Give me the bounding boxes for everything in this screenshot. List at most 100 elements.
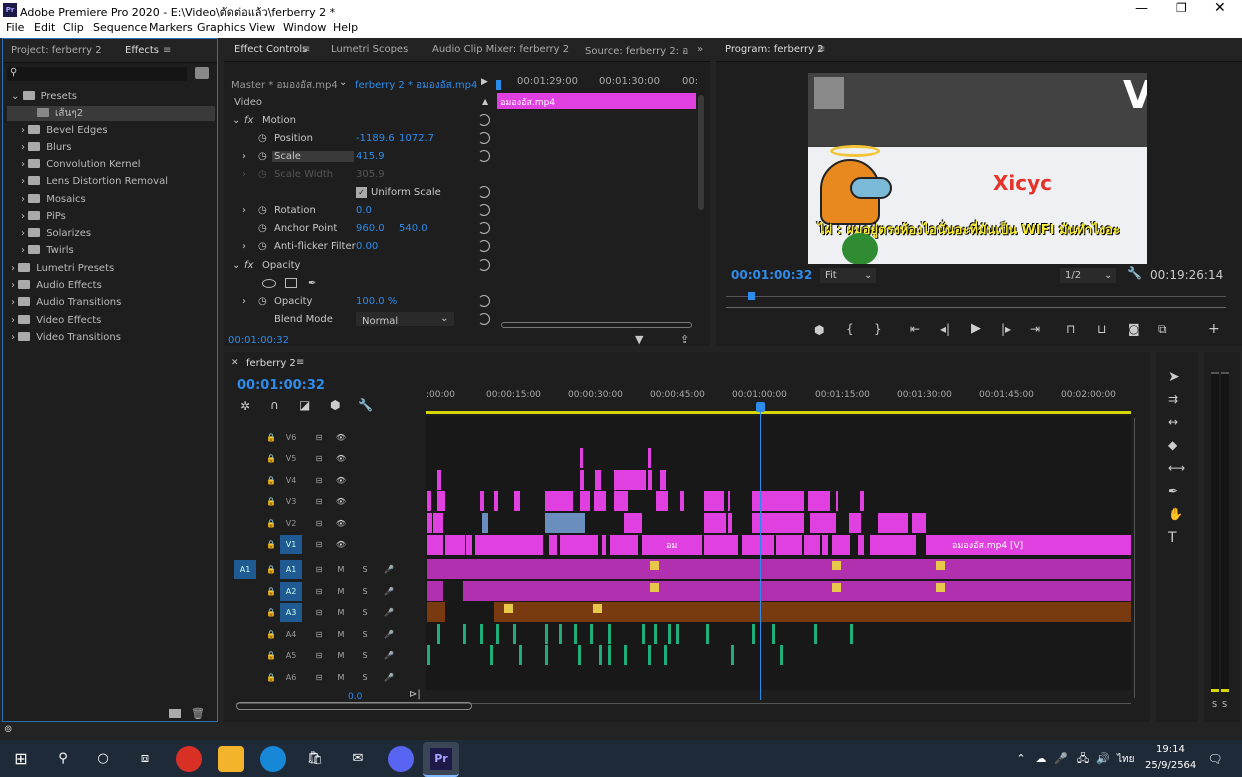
lock-icon[interactable]: 🔒 [260, 625, 282, 644]
ec-playhead[interactable] [496, 80, 501, 90]
fx-badge[interactable] [650, 561, 659, 570]
hand-tool-icon[interactable]: ✋ [1168, 507, 1183, 521]
v3-clip[interactable] [704, 491, 724, 511]
reset-icon[interactable] [478, 259, 490, 271]
ec-rotation-row[interactable]: › ◷ Rotation 0.0 [230, 202, 494, 220]
tree-preset-selected[interactable]: เส้นๆ2 [7, 106, 215, 121]
discord-icon[interactable] [388, 746, 414, 772]
tree-video-transitions[interactable]: › Video Transitions [11, 332, 121, 343]
ec-antiflicker-row[interactable]: › ◷ Anti-flicker Filter 0.00 [230, 238, 494, 256]
tab-project[interactable]: Project: ferberry 2 [11, 45, 102, 56]
ec-scale-row[interactable]: › ◷ Scale 415.9 [230, 148, 494, 166]
eye-icon[interactable]: 👁 [330, 535, 352, 554]
more-tabs-icon[interactable]: » [697, 44, 703, 55]
fx-badge[interactable] [936, 583, 945, 592]
stopwatch-icon[interactable]: ◷ [258, 296, 267, 307]
master-clip-select[interactable]: Master * อมองอัส.mp4 [231, 78, 338, 93]
sync-lock-icon[interactable]: ⊟ [308, 646, 330, 665]
fx-badge[interactable] [504, 604, 513, 613]
track-label[interactable]: A1 [280, 560, 302, 579]
tree-lumetri-presets[interactable]: › Lumetri Presets [11, 263, 114, 274]
v1-clip[interactable] [722, 535, 738, 555]
a4-clip[interactable] [559, 624, 562, 644]
stopwatch-icon[interactable]: ◷ [258, 223, 267, 234]
add-button-icon[interactable]: + [1208, 321, 1220, 337]
v4-clip[interactable] [595, 470, 601, 490]
fit-select[interactable]: Fit ⌄ [820, 268, 876, 283]
tree-solarizes[interactable]: › Solarizes [21, 228, 91, 239]
v3-clip[interactable] [836, 491, 838, 511]
v1-clip[interactable] [602, 535, 606, 555]
reset-icon[interactable] [478, 150, 490, 162]
scroll-up-icon[interactable]: ▲ [482, 97, 488, 106]
track-label[interactable]: A5 [280, 646, 302, 665]
position-y-value[interactable]: 1072.7 [399, 133, 434, 144]
solo-button[interactable]: S [354, 603, 376, 622]
lock-icon[interactable]: 🔒 [260, 646, 282, 665]
cortana-icon[interactable]: ○ [90, 746, 116, 772]
track-label[interactable]: V6 [280, 428, 302, 447]
v5-clip[interactable] [580, 448, 583, 468]
tree-lens-distortion[interactable]: › Lens Distortion Removal [21, 176, 168, 187]
a5-clip[interactable] [624, 645, 627, 665]
hscroll-handle[interactable] [236, 702, 472, 710]
timeline-settings-icon[interactable]: 🔧 [358, 398, 373, 412]
sync-lock-icon[interactable]: ⊟ [308, 471, 330, 490]
solo-right[interactable]: S [1222, 700, 1227, 709]
menu-view[interactable]: View [249, 21, 275, 34]
new-bin-icon[interactable] [195, 67, 209, 79]
export-icon[interactable]: ⇪ [680, 333, 689, 346]
sync-lock-icon[interactable]: ⊟ [308, 603, 330, 622]
tab-source[interactable]: Source: ferberry 2: อ [585, 44, 688, 59]
track-label[interactable]: V4 [280, 471, 302, 490]
ec-opacity-section[interactable]: ⌄ fx Opacity [230, 257, 494, 275]
v1-clip[interactable] [704, 535, 722, 555]
voiceover-mic-icon[interactable]: 🎤 [378, 646, 400, 665]
program-timecode[interactable]: 00:01:00:32 [731, 268, 812, 282]
eye-icon[interactable]: 👁 [330, 492, 352, 511]
menu-sequence[interactable]: Sequence [93, 21, 147, 34]
trash-icon[interactable]: 🗑 [191, 707, 205, 720]
v3-clip[interactable] [494, 491, 498, 511]
v2-clip[interactable] [427, 513, 432, 533]
sync-lock-icon[interactable]: ⊟ [308, 514, 330, 533]
a3-clip[interactable] [427, 602, 445, 622]
v1-clip[interactable] [776, 535, 802, 555]
a1-clip[interactable] [427, 559, 1131, 579]
v4-clip[interactable] [437, 470, 441, 490]
chrome-icon[interactable] [176, 746, 202, 772]
pen-tool-icon[interactable]: ✒ [1168, 484, 1178, 498]
mute-button[interactable]: M [330, 560, 352, 579]
a2-clip[interactable] [427, 581, 1131, 601]
v4-clip[interactable] [660, 470, 666, 490]
menu-edit[interactable]: Edit [34, 21, 55, 34]
lock-icon[interactable]: 🔒 [260, 492, 282, 511]
program-scroll[interactable] [726, 307, 1226, 308]
lock-icon[interactable]: 🔒 [260, 471, 282, 490]
tree-convolution-kernel[interactable]: › Convolution Kernel [21, 159, 141, 170]
close-icon[interactable]: ✕ [1214, 0, 1226, 16]
sync-lock-icon[interactable]: ⊟ [308, 492, 330, 511]
a4-clip[interactable] [850, 624, 853, 644]
panel-menu-icon[interactable]: ≡ [296, 357, 304, 368]
ec-scrollbar[interactable] [698, 95, 704, 210]
fx-badge[interactable] [832, 583, 841, 592]
windows-start-icon[interactable]: ⊞ [8, 746, 34, 772]
antiflicker-value[interactable]: 0.00 [356, 241, 378, 252]
timeline-timecode[interactable]: 00:01:00:32 [237, 378, 325, 393]
store-icon[interactable]: 🛍 [302, 746, 328, 772]
stopwatch-icon[interactable]: ◷ [258, 205, 267, 216]
lock-icon[interactable]: 🔒 [260, 514, 282, 533]
eye-icon[interactable]: 👁 [330, 428, 352, 447]
v2-clip[interactable] [878, 513, 908, 533]
v1-clip[interactable] [466, 535, 472, 555]
ec-opacity-row[interactable]: › ◷ Opacity 100.0 % [230, 293, 494, 311]
sync-lock-icon[interactable]: ⊟ [308, 668, 330, 687]
eye-icon[interactable]: 👁 [330, 471, 352, 490]
razor-tool-icon[interactable]: ◆ [1168, 438, 1177, 452]
language-indicator[interactable]: ไทย [1117, 752, 1134, 767]
tree-mosaics[interactable]: › Mosaics [21, 194, 86, 205]
panel-menu-icon[interactable]: ≡ [817, 44, 825, 55]
v1-clip[interactable] [549, 535, 557, 555]
panel-menu-icon[interactable]: ≡ [163, 45, 171, 56]
